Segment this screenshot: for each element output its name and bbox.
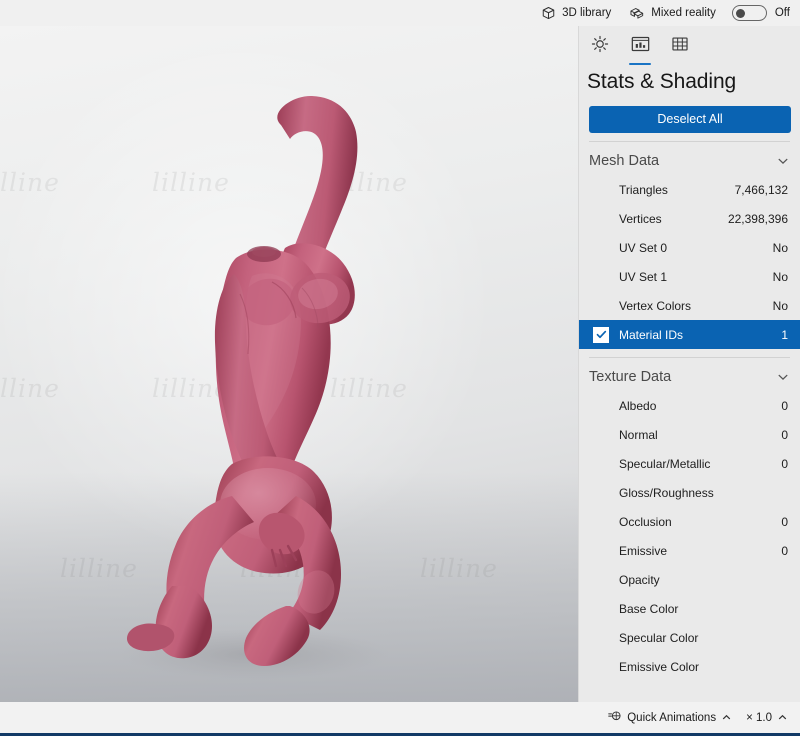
model-raised-arm — [277, 95, 358, 271]
table-row[interactable]: Vertices 22,398,396 — [579, 204, 800, 233]
tab-stats-shading[interactable] — [625, 35, 655, 65]
row-value: 0 — [781, 398, 788, 413]
tab-indicator — [669, 63, 691, 66]
table-row[interactable]: Base Color — [579, 594, 800, 623]
row-label: Vertex Colors — [619, 298, 692, 313]
row-value: 7,466,132 — [734, 182, 788, 197]
chevron-down-icon[interactable] — [776, 154, 790, 168]
quick-animations-label: Quick Animations — [627, 711, 717, 724]
tab-lighting[interactable] — [585, 35, 615, 61]
row-label: Vertices — [619, 211, 662, 226]
table-row[interactable]: Specular/Metallic 0 — [579, 449, 800, 478]
toggle-knob — [735, 9, 745, 18]
table-row[interactable]: Albedo 0 — [579, 391, 800, 420]
chart-icon — [631, 35, 650, 53]
sun-icon — [591, 35, 609, 53]
deselect-all-button[interactable]: Deselect All — [589, 106, 791, 133]
section-header-mesh-data[interactable]: Mesh Data — [589, 141, 790, 175]
row-value: No — [772, 269, 788, 284]
row-value: No — [772, 298, 788, 313]
row-label: Emissive — [619, 543, 668, 558]
chevron-down-icon[interactable] — [776, 370, 790, 384]
section-title-texture-data: Texture Data — [589, 368, 672, 385]
tab-grid[interactable] — [665, 35, 695, 61]
row-value: 0 — [781, 456, 788, 471]
mixed-reality-toggle-group[interactable]: Off — [731, 5, 790, 21]
panel-tab-bar — [579, 26, 800, 65]
model-neck-inner — [252, 247, 276, 257]
table-row[interactable]: Triangles 7,466,132 — [579, 175, 800, 204]
row-label: Albedo — [619, 398, 657, 413]
page-title: Stats & Shading — [587, 70, 737, 93]
row-label: Specular/Metallic — [619, 456, 711, 471]
3d-library-label: 3D library — [562, 7, 612, 19]
table-row[interactable]: UV Set 0 No — [579, 233, 800, 262]
row-value: 22,398,396 — [727, 211, 788, 226]
row-label: Specular Color — [619, 630, 699, 645]
row-label: Normal — [619, 427, 658, 442]
top-toolbar: 3D library Mixed reality Off — [0, 0, 800, 26]
section-title-mesh-data: Mesh Data — [589, 152, 660, 169]
row-label: Base Color — [619, 601, 679, 616]
row-label: Material IDs — [619, 327, 684, 342]
table-row-material-ids[interactable]: Material IDs 1 — [579, 320, 800, 349]
row-value: 0 — [781, 514, 788, 529]
3d-viewport[interactable]: lilline lilline lilline lilline lilline … — [0, 26, 578, 702]
mixed-reality-toggle[interactable] — [731, 5, 767, 21]
side-panel: Stats & Shading Deselect All Mesh Data T… — [578, 26, 800, 702]
mixed-reality-button[interactable]: Mixed reality — [627, 1, 718, 25]
row-label: Triangles — [619, 182, 668, 197]
row-label: Emissive Color — [619, 659, 700, 674]
viewport-bottom-strip — [0, 702, 578, 733]
mesh-data-rows: Triangles 7,466,132 Vertices 22,398,396 … — [579, 175, 800, 349]
app-root: 3D library Mixed reality Off li — [0, 0, 800, 736]
row-label: UV Set 0 — [619, 240, 668, 255]
row-value: No — [772, 240, 788, 255]
table-row[interactable]: Emissive 0 — [579, 536, 800, 565]
section-header-texture-data[interactable]: Texture Data — [589, 357, 790, 391]
animation-speed-control[interactable]: × 1.0 — [746, 712, 788, 724]
row-label: UV Set 1 — [619, 269, 668, 284]
status-bar: Quick Animations × 1.0 — [578, 702, 800, 733]
cube-icon — [541, 6, 556, 21]
table-row[interactable]: Emissive Color — [579, 652, 800, 681]
row-value: 0 — [781, 427, 788, 442]
mixed-reality-state-label: Off — [774, 7, 790, 19]
row-value: 0 — [781, 543, 788, 558]
row-checkbox[interactable] — [593, 326, 609, 343]
chevron-up-icon[interactable] — [777, 712, 788, 723]
3d-library-button[interactable]: 3D library — [539, 1, 613, 25]
3d-model[interactable] — [0, 26, 578, 702]
mixed-reality-label: Mixed reality — [651, 7, 716, 19]
tab-indicator — [629, 62, 651, 65]
quick-animations-control[interactable]: Quick Animations — [608, 710, 732, 726]
tab-indicator — [589, 63, 611, 66]
row-value: 1 — [781, 327, 788, 342]
table-row[interactable]: Opacity — [579, 565, 800, 594]
table-row[interactable]: Vertex Colors No — [579, 291, 800, 320]
chevron-up-icon[interactable] — [721, 712, 732, 723]
mixed-reality-icon — [629, 6, 645, 21]
texture-data-rows: Albedo 0 Normal 0 Specular/Metallic 0 Gl… — [579, 391, 800, 681]
animation-speed-label: × 1.0 — [746, 711, 772, 724]
table-row[interactable]: Normal 0 — [579, 420, 800, 449]
table-row[interactable]: Occlusion 0 — [579, 507, 800, 536]
grid-icon — [671, 35, 689, 53]
row-label: Gloss/Roughness — [619, 485, 714, 500]
row-label: Opacity — [619, 572, 660, 587]
row-label: Occlusion — [619, 514, 672, 529]
table-row[interactable]: Specular Color — [579, 623, 800, 652]
table-row[interactable]: Gloss/Roughness — [579, 478, 800, 507]
animation-icon — [608, 710, 622, 726]
table-row[interactable]: UV Set 1 No — [579, 262, 800, 291]
